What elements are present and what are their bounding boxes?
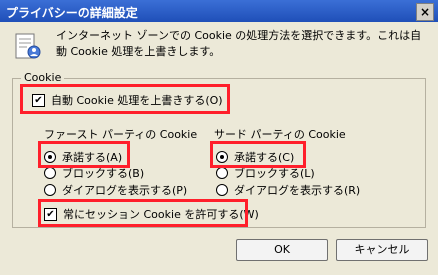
highlight-session-box: [38, 199, 248, 227]
first-party-prompt-radio[interactable]: ダイアログを表示する(P): [44, 182, 187, 198]
third-party-prompt-radio[interactable]: ダイアログを表示する(R): [216, 182, 360, 198]
first-party-title: ファースト パーティの Cookie: [44, 128, 198, 141]
close-button[interactable]: ×: [416, 3, 434, 21]
first-party-block-radio-dot[interactable]: [44, 167, 56, 179]
first-party-prompt-radio-dot[interactable]: [44, 184, 56, 196]
third-party-prompt-radio-dot[interactable]: [216, 184, 228, 196]
privacy-certificate-icon: [12, 32, 44, 64]
third-party-prompt-label: ダイアログを表示する(R): [234, 184, 361, 197]
highlight-override-box: [20, 84, 230, 114]
cookie-group-legend: Cookie: [21, 71, 65, 84]
window-title: プライバシーの詳細設定: [6, 6, 138, 20]
close-icon: ×: [419, 5, 431, 19]
third-party-title: サード パーティの Cookie: [214, 128, 346, 141]
description-text: インターネット ゾーンでの Cookie の処理方法を選択できます。これは自動 …: [56, 29, 422, 58]
ok-button[interactable]: OK: [236, 239, 328, 261]
highlight-third-accept-box: [210, 141, 306, 168]
third-party-block-radio-dot[interactable]: [216, 167, 228, 179]
highlight-first-accept-box: [38, 141, 130, 168]
title-bar: プライバシーの詳細設定 ×: [0, 0, 438, 22]
first-party-prompt-label: ダイアログを表示する(P): [62, 184, 188, 197]
privacy-settings-dialog: プライバシーの詳細設定 × インターネット ゾーンでの Cookie の処理方法…: [0, 0, 438, 275]
cancel-button[interactable]: キャンセル: [336, 239, 428, 261]
